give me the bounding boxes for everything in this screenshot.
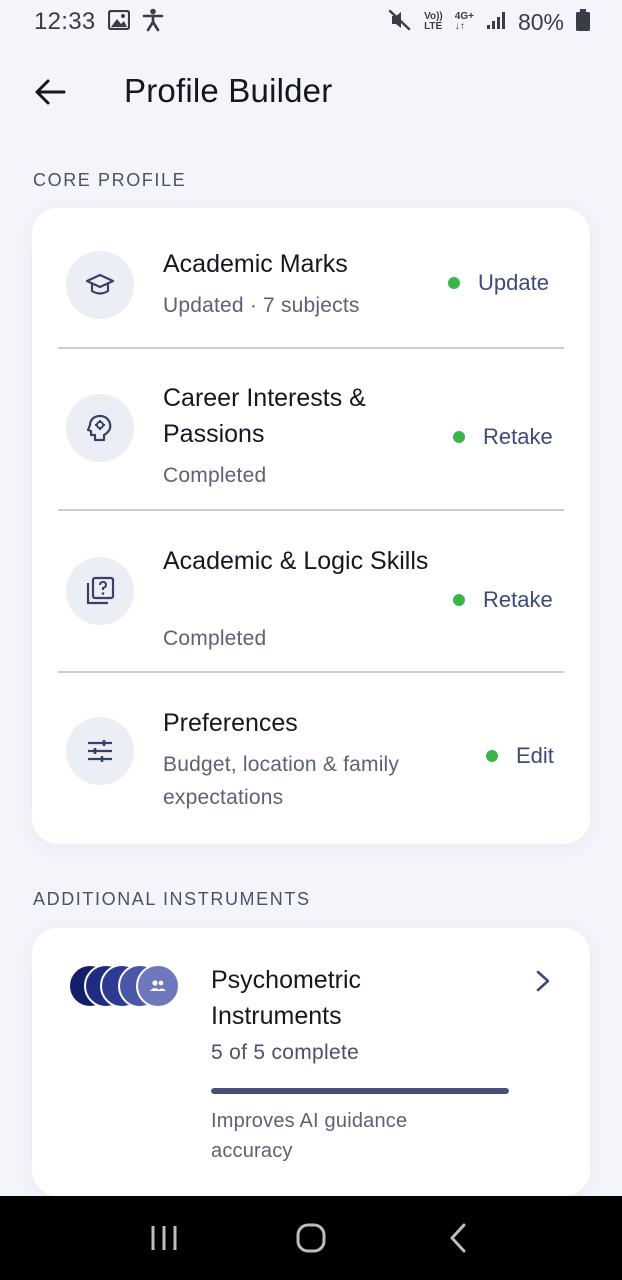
progress-fill: [211, 1088, 509, 1094]
status-dot: [453, 594, 465, 606]
retake-button[interactable]: Retake: [453, 424, 553, 450]
row-title: Preferences: [163, 709, 298, 737]
psychometric-instruments-card[interactable]: Psychometric Instruments 5 of 5 complete…: [32, 928, 590, 1196]
row-icon-wrap: [66, 557, 134, 625]
profile-row-academic-marks[interactable]: Academic Marks Updated · 7 subjects Upda…: [32, 208, 590, 347]
row-subtitle: Completed: [163, 627, 267, 650]
home-button[interactable]: [281, 1208, 341, 1268]
row-subtitle: Budget, location & family expectations: [163, 753, 400, 809]
recent-apps-button[interactable]: [134, 1208, 194, 1268]
battery-icon: [576, 8, 590, 36]
section-label-additional: ADDITIONAL INSTRUMENTS: [33, 889, 311, 909]
back-nav-button[interactable]: [428, 1208, 488, 1268]
image-icon: [107, 9, 130, 35]
section-label-core-profile: CORE PROFILE: [33, 170, 187, 190]
home-icon: [296, 1223, 326, 1253]
row-icon-wrap: [66, 717, 134, 785]
progress-bar: [211, 1088, 509, 1094]
status-dot: [448, 277, 460, 289]
quiz-icon: [86, 576, 115, 605]
chevron-right-icon[interactable]: [528, 966, 558, 996]
status-dot: [453, 431, 465, 443]
network-bottom: ↓↑: [454, 21, 465, 32]
row-title: Academic Marks: [163, 250, 348, 278]
sliders-icon: [88, 740, 112, 762]
row-icon-wrap: [66, 394, 134, 462]
status-bar: 12:33 Vo)) LTE 4G+ ↓↑ 80%: [0, 0, 622, 44]
screen: 12:33 Vo)) LTE 4G+ ↓↑ 80% Profile Builde…: [0, 0, 622, 1280]
instrument-title: Psychometric Instruments: [211, 966, 362, 1030]
app-header: Profile Builder: [0, 62, 622, 122]
battery-percent: 80%: [517, 8, 564, 35]
retake-button[interactable]: Retake: [453, 587, 553, 613]
profile-row-preferences[interactable]: Preferences Budget, location & family ex…: [32, 672, 590, 844]
page-title: Profile Builder: [124, 72, 333, 109]
update-button[interactable]: Update: [448, 270, 549, 296]
row-title: Career Interests & Passions: [163, 384, 366, 448]
back-button[interactable]: [30, 72, 70, 112]
signal-icon: [486, 10, 506, 35]
row-title: Academic & Logic Skills: [163, 547, 429, 575]
head-gear-icon: [86, 414, 112, 442]
recent-apps-icon: [151, 1226, 177, 1250]
row-subtitle: Updated · 7 subjects: [163, 294, 360, 317]
mute-icon: [388, 9, 412, 36]
back-nav-icon: [450, 1223, 466, 1253]
profile-row-career-interests[interactable]: Career Interests & Passions Completed Re…: [32, 348, 590, 509]
edit-button[interactable]: Edit: [486, 743, 554, 769]
action-label: Retake: [483, 424, 553, 449]
action-label: Edit: [516, 743, 554, 768]
graduation-cap-icon: [85, 273, 115, 295]
status-right: Vo)) LTE 4G+ ↓↑ 80%: [388, 8, 590, 36]
progress-text: 5 of 5 complete: [211, 1041, 360, 1064]
action-label: Retake: [483, 587, 553, 612]
instrument-avatar-stack: [68, 964, 188, 1008]
status-dot: [486, 750, 498, 762]
volte-bottom: LTE: [424, 21, 443, 32]
arrow-left-icon: [35, 79, 66, 105]
group-icon: [150, 980, 166, 991]
profile-row-logic-skills[interactable]: Academic & Logic Skills Completed Retake: [32, 510, 590, 672]
avatar: [136, 964, 180, 1008]
volte-indicator: Vo)) LTE: [424, 12, 443, 32]
action-label: Update: [478, 270, 549, 295]
network-type-indicator: 4G+ ↓↑: [455, 12, 474, 32]
accessibility-icon: [142, 8, 164, 37]
system-nav-bar: [0, 1196, 622, 1280]
core-profile-card: Academic Marks Updated · 7 subjects Upda…: [32, 208, 590, 844]
status-time: 12:33: [34, 8, 96, 35]
instrument-note: Improves AI guidance accuracy: [211, 1110, 408, 1162]
status-left: 12:33: [34, 8, 164, 37]
row-subtitle: Completed: [163, 464, 267, 487]
row-icon-wrap: [66, 251, 134, 319]
